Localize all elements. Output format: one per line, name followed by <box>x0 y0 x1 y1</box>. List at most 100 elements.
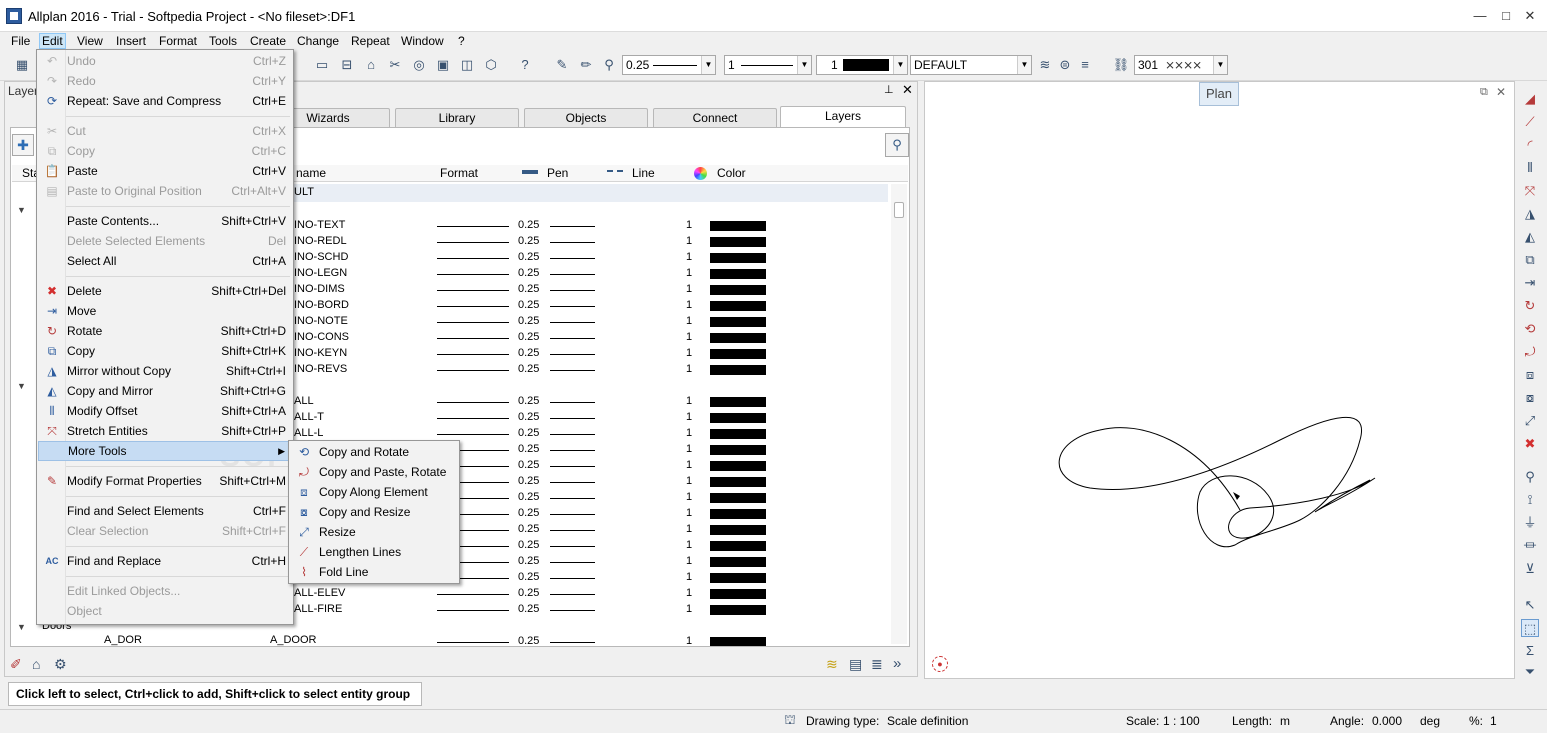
draw-line-icon[interactable]: ⟋ <box>1521 113 1539 131</box>
layer-tool-icon[interactable]: ▦ <box>13 56 31 74</box>
snap-icon[interactable]: ● <box>932 656 948 672</box>
menu-window[interactable]: Window <box>399 33 446 49</box>
offset-tool-icon[interactable]: ⫴ <box>1521 159 1539 177</box>
section-icon[interactable]: ⌂ <box>362 56 380 74</box>
menu-object[interactable]: Object <box>38 601 292 621</box>
filter-color-icon[interactable]: ⏛ <box>1521 537 1539 555</box>
plan-tab[interactable]: Plan <box>1199 82 1240 106</box>
expand-icon[interactable]: » <box>893 655 901 672</box>
window-select-icon[interactable]: ⬚ <box>1521 619 1539 637</box>
brush-icon[interactable]: ✎ <box>553 56 571 74</box>
menu-edit-linked[interactable]: Edit Linked Objects... <box>38 581 292 601</box>
column-color[interactable]: Color <box>717 166 746 181</box>
submenu-copy-paste-rotate[interactable]: ⤾ Copy and Paste, Rotate <box>290 462 458 482</box>
menu-find-select[interactable]: Find and Select Elements Ctrl+F <box>38 501 292 521</box>
menu-select-all[interactable]: Select All Ctrl+A <box>38 251 292 271</box>
copy-along-tool-icon[interactable]: ⧈ <box>1521 366 1539 384</box>
menu-more-tools[interactable]: More Tools ▶ <box>38 441 292 461</box>
drawing-close-icon[interactable]: ✕ <box>1496 85 1506 99</box>
menu-delete-selected[interactable]: Delete Selected Elements Del <box>38 231 292 251</box>
menu-paste-contents[interactable]: Paste Contents... Shift+Ctrl+V <box>38 211 292 231</box>
menu-cut[interactable]: ✂ Cut Ctrl+X <box>38 121 292 141</box>
drawing-type-icon[interactable]: ⛫ <box>784 712 796 730</box>
column-name[interactable]: name <box>296 166 326 181</box>
funnel-icon[interactable]: ⏷ <box>1521 663 1539 681</box>
layers-icon[interactable]: ◫ <box>458 56 476 74</box>
rotate-tool-icon[interactable]: ↻ <box>1521 297 1539 315</box>
column-pen[interactable]: Pen <box>547 166 568 181</box>
menu-modify-offset[interactable]: ⫴ Modify Offset Shift+Ctrl+A <box>38 401 292 421</box>
angle-unit[interactable]: deg <box>1420 714 1440 728</box>
menu-file[interactable]: File <box>9 33 32 49</box>
drawing-canvas[interactable] <box>924 81 1515 679</box>
chevron-down-icon[interactable]: ▼ <box>701 56 715 74</box>
pin-icon[interactable]: ⊥ <box>884 83 894 96</box>
percent-value[interactable]: 1 <box>1490 714 1497 728</box>
sum-icon[interactable]: Σ <box>1521 642 1539 660</box>
ruler-icon[interactable]: ▭ <box>313 56 331 74</box>
close-button[interactable]: ✕ <box>1516 6 1544 26</box>
default-layer-row[interactable]: ULT <box>292 184 888 202</box>
chevron-down-icon[interactable]: ▼ <box>1017 56 1031 74</box>
angle-value[interactable]: 0.000 <box>1372 714 1402 728</box>
submenu-fold-line[interactable]: ⌇ Fold Line <box>290 562 458 582</box>
submenu-copy-along[interactable]: ⧈ Copy Along Element <box>290 482 458 502</box>
chevron-down-icon[interactable]: ▼ <box>1213 56 1227 74</box>
dimension-icon[interactable]: ⊟ <box>338 56 356 74</box>
column-format[interactable]: Format <box>440 166 478 181</box>
tab-connect[interactable]: Connect <box>653 108 777 127</box>
menu-redo[interactable]: ↷ Redo Ctrl+Y <box>38 71 292 91</box>
add-layer-button[interactable]: ✚ <box>12 134 34 156</box>
menu-move[interactable]: ⇥ Move <box>38 301 292 321</box>
print-layers-icon[interactable]: ▤ <box>849 656 862 673</box>
copy-tool-icon[interactable]: ⧉ <box>1521 251 1539 269</box>
menu-delete[interactable]: ✖ Delete Shift+Ctrl+Del <box>38 281 292 301</box>
menu-copy-mirror[interactable]: ◭ Copy and Mirror Shift+Ctrl+G <box>38 381 292 401</box>
draw-arc-icon[interactable]: ◜ <box>1521 136 1539 154</box>
open-folder-icon[interactable]: ⌂ <box>32 656 40 672</box>
delete-tool-icon[interactable]: ✖ <box>1521 435 1539 453</box>
table-row[interactable]: A_DOR A_DOOR 0.25 1 <box>0 634 800 646</box>
menu-paste[interactable]: 📋 Paste Ctrl+V <box>38 161 292 181</box>
chevron-down-icon[interactable]: ▼ <box>893 56 907 74</box>
menu-tools[interactable]: Tools <box>207 33 239 49</box>
menu-view[interactable]: View <box>75 33 105 49</box>
eyedropper-icon[interactable]: ⚲ <box>600 56 618 74</box>
chevron-down-icon[interactable]: ▼ <box>797 56 811 74</box>
column-line[interactable]: Line <box>632 166 655 181</box>
select-tool-icon[interactable]: ⟟ <box>1521 491 1539 509</box>
layer-status-icon[interactable]: ≋ <box>1036 56 1054 74</box>
restore-icon[interactable]: ⧉ <box>1480 86 1488 99</box>
resize-tool-icon[interactable]: ⤢ <box>1521 412 1539 430</box>
copy-paste-rotate-tool-icon[interactable]: ⤾ <box>1521 343 1539 361</box>
drawing-type-value[interactable]: Scale definition <box>887 714 968 728</box>
search-icon[interactable]: ⚲ <box>885 133 909 157</box>
scale-value[interactable]: 1 : 100 <box>1163 714 1200 728</box>
pointer-icon[interactable]: ↖ <box>1521 596 1539 614</box>
menu-create[interactable]: Create <box>248 33 288 49</box>
line-type-combo[interactable]: 1 ▼ <box>724 55 812 75</box>
copy-rotate-tool-icon[interactable]: ⟲ <box>1521 320 1539 338</box>
length-value[interactable]: m <box>1280 714 1290 728</box>
menu-modify-format[interactable]: ✎ Modify Format Properties Shift+Ctrl+M <box>38 471 292 491</box>
submenu-copy-rotate[interactable]: ⟲ Copy and Rotate <box>290 442 458 462</box>
palette-close-icon[interactable]: ✕ <box>902 82 913 98</box>
submenu-lengthen-lines[interactable]: ⟋ Lengthen Lines <box>290 542 458 562</box>
copy-mirror-tool-icon[interactable]: ◭ <box>1521 228 1539 246</box>
menu-find-replace[interactable]: AC Find and Replace Ctrl+H <box>38 551 292 571</box>
pencil-icon[interactable]: ✏ <box>577 56 595 74</box>
menu-rotate[interactable]: ↻ Rotate Shift+Ctrl+D <box>38 321 292 341</box>
menu-copy[interactable]: ⧉ Copy Shift+Ctrl+K <box>38 341 292 361</box>
menu-mirror[interactable]: ◮ Mirror without Copy Shift+Ctrl+I <box>38 361 292 381</box>
scrollbar-thumb[interactable] <box>894 202 904 218</box>
menu-stretch[interactable]: ⤧ Stretch Entities Shift+Ctrl+P <box>38 421 292 441</box>
pen-thickness-combo[interactable]: 0.25 ▼ <box>622 55 716 75</box>
menu-undo[interactable]: ↶ Undo Ctrl+Z <box>38 51 292 71</box>
submenu-resize[interactable]: ⤢ Resize <box>290 522 458 542</box>
tab-layers[interactable]: Layers <box>780 106 906 128</box>
list-scrollbar[interactable] <box>891 184 907 644</box>
menu-edit[interactable]: Edit <box>39 33 66 49</box>
menu-repeat[interactable]: Repeat <box>349 33 392 49</box>
collapse-icon[interactable]: ▼ <box>17 205 26 215</box>
eraser-icon[interactable]: ◢ <box>1521 90 1539 108</box>
